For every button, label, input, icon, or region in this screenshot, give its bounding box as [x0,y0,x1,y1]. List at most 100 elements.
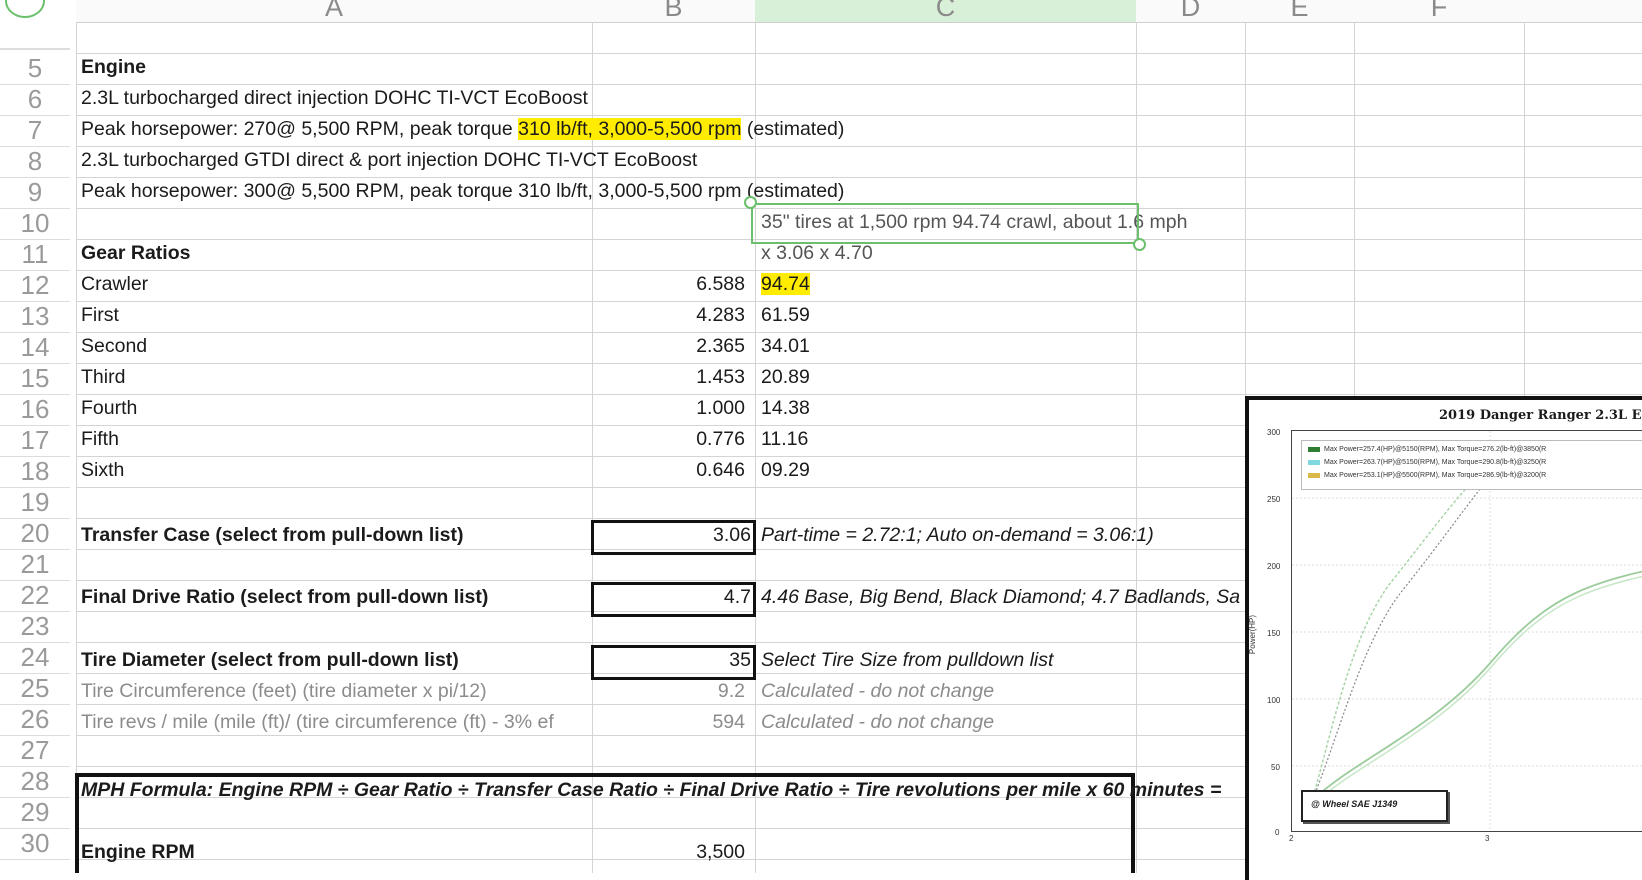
cell-a24[interactable]: Tire Diameter (select from pull-down lis… [81,648,459,672]
gear-name[interactable]: Crawler [81,272,148,296]
cell-c11[interactable]: x 3.06 x 4.70 [761,241,873,265]
cell-b25[interactable]: 9.2 [600,679,745,703]
gear-name[interactable]: Fourth [81,396,137,420]
row-header-17[interactable]: 17 [0,425,70,457]
row-header-12[interactable]: 12 [0,270,70,302]
gear-value[interactable]: 34.01 [761,334,810,358]
col-header-b[interactable]: B [592,0,756,23]
spreadsheet[interactable]: A B C D E F 5 6 7 8 9 10 11 12 13 14 15 … [0,0,1642,880]
cell-a6[interactable]: 2.3L turbocharged direct injection DOHC … [81,86,588,110]
row-header-14[interactable]: 14 [0,332,70,364]
gear-value[interactable]: 11.16 [761,427,808,451]
cell-a28[interactable]: MPH Formula: Engine RPM ÷ Gear Ratio ÷ T… [81,778,1221,802]
gear-name[interactable]: Fifth [81,427,119,451]
selection-handle[interactable] [744,196,757,209]
row-header-28[interactable]: 28 [0,766,70,798]
y-axis-label: Power(HP) [1248,614,1258,655]
col-f-label: F [1430,0,1448,22]
y-tick: 300 [1267,428,1281,437]
col-header-e[interactable]: E [1245,0,1355,23]
embedded-chart[interactable]: 2019 Danger Ranger 2.3L E 300 250 200 15… [1245,396,1642,880]
cell-a8[interactable]: 2.3L turbocharged GTDI direct & port inj… [81,148,697,172]
row-header-24[interactable]: 24 [0,642,70,674]
gear-name[interactable]: Sixth [81,458,124,482]
cell-c22[interactable]: 4.46 Base, Big Bend, Black Diamond; 4.7 … [761,585,1240,609]
grid-line [76,53,1642,54]
row-header-6[interactable]: 6 [0,84,70,116]
row-label: 19 [20,487,50,517]
selected-cell-border[interactable] [751,203,1139,244]
gear-ratio[interactable]: 2.365 [600,334,745,358]
cell-a20[interactable]: Transfer Case (select from pull-down lis… [81,523,464,547]
cell-b26[interactable]: 594 [600,710,745,734]
highlighted-text: 310 lb/ft, 3,000-5,500 rpm [518,118,742,140]
gear-value[interactable]: 09.29 [761,458,810,482]
chart-legend: Max Power=257.4(HP)@5150(RPM), Max Torqu… [1301,440,1642,490]
gear-ratio[interactable]: 0.646 [600,458,745,482]
cell-b30[interactable]: 3,500 [600,840,745,864]
row-header-15[interactable]: 15 [0,363,70,395]
row-header-9[interactable]: 9 [0,177,70,209]
col-header-f[interactable]: F [1354,0,1525,23]
cell-a30[interactable]: Engine RPM [81,840,195,864]
row-header-29[interactable]: 29 [0,797,70,829]
cell-c24[interactable]: Select Tire Size from pulldown list [761,648,1053,672]
y-tick: 200 [1267,562,1281,571]
row-label: 13 [20,301,50,331]
gear-ratio[interactable]: 4.283 [600,303,745,327]
row-header-13[interactable]: 13 [0,301,70,333]
gear-value[interactable]: 94.74 [761,272,810,296]
select-all-button[interactable] [5,0,45,18]
row-header-7[interactable]: 7 [0,115,70,147]
gear-value[interactable]: 61.59 [761,303,810,327]
legend-label: Max Power=263.7(HP)@5150(RPM), Max Torqu… [1324,459,1547,466]
cell-c26[interactable]: Calculated - do not change [761,710,994,734]
cell-a5[interactable]: Engine [81,55,146,79]
cell-a9[interactable]: Peak horsepower: 300@ 5,500 RPM, peak to… [81,179,844,203]
gear-ratio[interactable]: 0.776 [600,427,745,451]
legend-label: Max Power=253.1(HP)@5500(RPM), Max Torqu… [1324,472,1547,479]
gear-ratio[interactable]: 6.588 [600,272,745,296]
gear-name[interactable]: First [81,303,119,327]
row-header-30[interactable]: 30 [0,828,70,860]
row-header-16[interactable]: 16 [0,394,70,426]
cell-a7-text: Peak horsepower: 270@ 5,500 RPM, peak to… [81,118,519,140]
cell-a11[interactable]: Gear Ratios [81,241,190,265]
cell-b24[interactable]: 35 [600,648,751,672]
cell-c25[interactable]: Calculated - do not change [761,679,994,703]
cell-a7[interactable]: Peak horsepower: 270@ 5,500 RPM, peak to… [81,117,844,141]
row-header-25[interactable]: 25 [0,673,70,705]
gear-name[interactable]: Third [81,365,125,389]
gear-ratio[interactable]: 1.453 [600,365,745,389]
col-header-a[interactable]: A [76,0,593,23]
row-header-19[interactable]: 19 [0,487,70,519]
row-header-10[interactable]: 10 [0,208,70,240]
legend-swatch [1308,446,1320,452]
row-header-22[interactable]: 22 [0,580,70,612]
row-header-21[interactable]: 21 [0,549,70,581]
row-label: 26 [20,704,50,734]
cell-c20[interactable]: Part-time = 2.72:1; Auto on-demand = 3.0… [761,523,1154,547]
cell-a25[interactable]: Tire Circumference (feet) (tire diameter… [81,679,487,703]
col-header-d[interactable]: D [1136,0,1246,23]
row-header-23[interactable]: 23 [0,611,70,643]
gear-name[interactable]: Second [81,334,147,358]
cell-b22[interactable]: 4.7 [600,585,751,609]
row-header-5[interactable]: 5 [0,53,70,85]
row-header-26[interactable]: 26 [0,704,70,736]
row-header-20[interactable]: 20 [0,518,70,550]
gear-ratio[interactable]: 1.000 [600,396,745,420]
selection-handle[interactable] [1133,238,1146,251]
row-header-11[interactable]: 11 [0,239,70,271]
gear-value[interactable]: 14.38 [761,396,810,420]
row-header-27[interactable]: 27 [0,735,70,767]
row-header-8[interactable]: 8 [0,146,70,178]
cell-b20[interactable]: 3.06 [600,523,751,547]
row-header-18[interactable]: 18 [0,456,70,488]
cell-a22[interactable]: Final Drive Ratio (select from pull-down… [81,585,488,609]
x-tick: 3 [1485,834,1490,843]
col-header-c[interactable]: C [755,0,1137,23]
gear-value[interactable]: 20.89 [761,365,810,389]
cell-a26[interactable]: Tire revs / mile (mile (ft)/ (tire circu… [81,710,554,734]
col-header-g[interactable] [1524,0,1642,23]
